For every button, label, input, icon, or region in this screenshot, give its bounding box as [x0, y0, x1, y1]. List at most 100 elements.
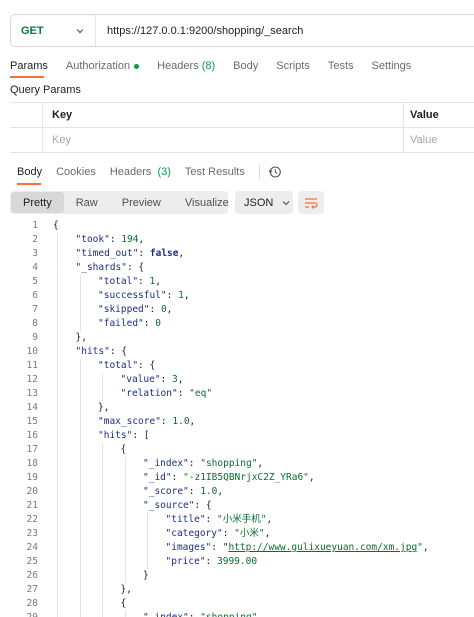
- indent-guide: [79, 457, 81, 471]
- line-number: 22: [26, 514, 38, 525]
- response-body-viewer[interactable]: 1{2 "took": 194, 3 "timed_out": false, 4 "_sh…: [0, 219, 474, 617]
- code-token: :: [188, 486, 201, 497]
- line-number: 8: [32, 318, 38, 329]
- tab-response-body[interactable]: Body: [17, 166, 42, 178]
- code-line: 21 "_source": {: [0, 499, 474, 513]
- code-token: ,: [266, 514, 273, 525]
- history-icon[interactable]: [268, 165, 282, 179]
- code-line: 6 "successful": 1,: [0, 289, 474, 303]
- code-token: http://www.gulixueyuan.com/xm.jpg: [228, 542, 418, 553]
- indent-guide: [79, 583, 81, 597]
- code-token: "timed_out": [75, 248, 139, 259]
- tab-scripts[interactable]: Scripts: [276, 58, 310, 74]
- code-token: "images": [165, 542, 212, 553]
- tab-response-headers-label: Headers: [109, 166, 152, 178]
- indent-guide: [147, 527, 148, 541]
- code-token: :: [109, 234, 122, 245]
- view-preview-button[interactable]: Preview: [110, 192, 173, 213]
- indent-guide: [102, 583, 103, 597]
- key-column-header: Key: [43, 103, 404, 127]
- view-visualize-button[interactable]: Visualize: [173, 192, 241, 213]
- line-number: 12: [26, 374, 38, 385]
- request-tabs: Params Authorization Headers (8) Body Scr…: [10, 58, 429, 78]
- indent-guide: [57, 597, 58, 611]
- indent-guide: [57, 443, 58, 457]
- indent-guide: [57, 401, 58, 415]
- code-text: "max_score": 1.0,: [98, 415, 195, 429]
- view-mode-bar: Pretty Raw Preview Visualize: [10, 191, 229, 214]
- code-text: "timed_out": false,: [76, 247, 185, 261]
- indent-guide: [102, 485, 103, 499]
- indent-guide: [57, 457, 58, 471]
- line-number: 21: [26, 500, 38, 511]
- line-number: 3: [32, 248, 38, 259]
- code-token: "total": [98, 360, 139, 371]
- code-token: },: [120, 584, 132, 595]
- code-line: 16 "hits": [: [0, 429, 474, 443]
- response-tabs: Body Cookies Headers (3) Test Results: [17, 164, 282, 180]
- value-input[interactable]: Value: [404, 128, 474, 152]
- divider: [258, 165, 260, 179]
- indent-guide: [147, 541, 148, 555]
- code-text: },: [76, 331, 87, 345]
- code-text: "failed": 0: [98, 317, 161, 331]
- line-number: 24: [26, 542, 38, 553]
- code-token: : {: [109, 346, 127, 357]
- response-headers-count: (3): [157, 166, 171, 178]
- indent-guide: [57, 331, 58, 345]
- format-select[interactable]: JSON: [235, 191, 293, 214]
- chevron-down-icon: [282, 200, 290, 205]
- code-token: "_shards": [75, 262, 127, 273]
- indent-guide: [124, 569, 126, 583]
- view-raw-button[interactable]: Raw: [64, 192, 110, 213]
- tab-tests-label: Tests: [327, 60, 354, 72]
- tab-response-headers[interactable]: Headers (3): [110, 166, 171, 178]
- code-line: 14},: [0, 401, 474, 415]
- code-line: 20 "_score": 1.0,: [0, 485, 474, 499]
- line-number: 18: [26, 458, 38, 469]
- tab-tests[interactable]: Tests: [328, 58, 354, 74]
- line-number: 20: [26, 486, 38, 497]
- tab-test-results[interactable]: Test Results: [185, 166, 245, 178]
- code-line: 9},: [0, 331, 474, 345]
- query-params-title: Query Params: [10, 84, 81, 96]
- wrap-lines-icon: [305, 197, 318, 209]
- code-token: "shopping": [200, 612, 257, 617]
- code-text: "_source": {: [143, 499, 212, 513]
- tab-body[interactable]: Body: [233, 58, 258, 74]
- indent-guide: [102, 471, 103, 485]
- code-line: 8 "failed": 0: [0, 317, 474, 331]
- tab-settings[interactable]: Settings: [372, 58, 412, 74]
- tab-params[interactable]: Params: [10, 58, 48, 74]
- indent-guide: [57, 429, 58, 443]
- url-input[interactable]: https://127.0.0.1:9200/shopping/_search: [96, 25, 303, 37]
- code-token: "relation": [120, 388, 178, 399]
- format-label: JSON: [244, 196, 274, 209]
- line-number: 28: [26, 598, 38, 609]
- code-line: 24 "images": "http://www.gulixueyuan.com/…: [0, 541, 474, 555]
- code-text: },: [98, 401, 109, 415]
- line-number: 6: [32, 290, 38, 301]
- code-text: "images": "http://www.gulixueyuan.com/xm…: [166, 541, 429, 555]
- key-input[interactable]: Key: [43, 128, 404, 152]
- line-number: 16: [26, 430, 38, 441]
- method-select[interactable]: GET: [11, 15, 96, 46]
- code-line: 28 {: [0, 597, 474, 611]
- wrap-lines-button[interactable]: [298, 191, 324, 214]
- code-line: 3 "timed_out": false,: [0, 247, 474, 261]
- code-token: :: [177, 388, 190, 399]
- code-token: "shopping": [200, 458, 258, 469]
- tab-cookies[interactable]: Cookies: [56, 166, 96, 178]
- code-token: :: [160, 374, 172, 385]
- code-token: :: [149, 304, 161, 315]
- code-token: ,: [422, 542, 429, 553]
- indent-guide: [79, 359, 81, 373]
- tab-body-label: Body: [233, 60, 259, 72]
- tab-headers[interactable]: Headers (8): [157, 58, 215, 74]
- code-line: 25 "price": 3999.00: [0, 555, 474, 569]
- tab-authorization[interactable]: Authorization: [66, 58, 140, 74]
- view-pretty-button[interactable]: Pretty: [11, 192, 64, 213]
- indent-guide: [57, 555, 58, 569]
- code-token: "_id": [143, 472, 172, 483]
- code-line: 17 {: [0, 443, 474, 457]
